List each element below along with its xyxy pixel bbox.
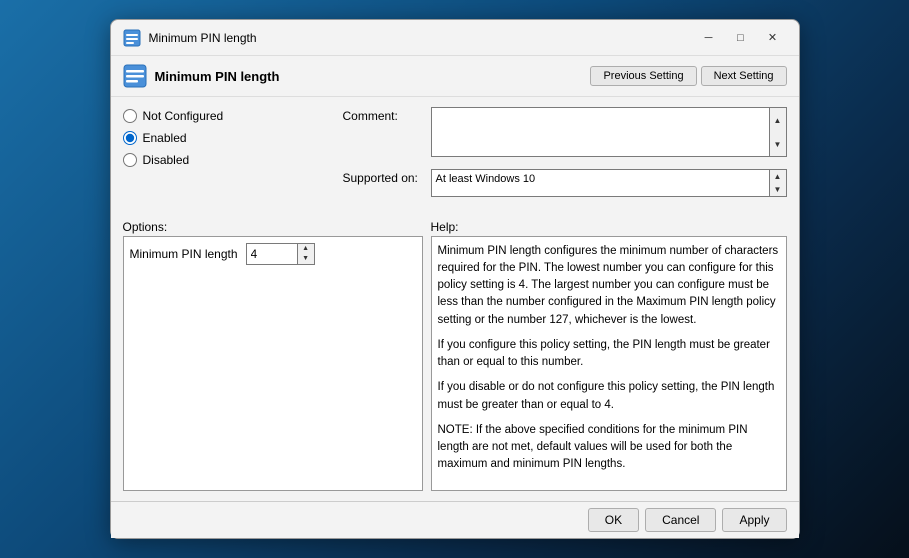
supported-scroll-up[interactable]: ▲ [770, 170, 786, 183]
radio-enabled-input[interactable] [123, 131, 137, 145]
spinner-up-button[interactable]: ▲ [298, 244, 314, 254]
close-button[interactable]: ✕ [759, 28, 787, 48]
comment-scrollbar: ▲ ▼ [770, 107, 787, 157]
help-para-2: If you configure this policy setting, th… [438, 337, 780, 372]
comment-textarea[interactable] [431, 107, 770, 157]
help-panel: Minimum PIN length configures the minimu… [431, 236, 787, 492]
radio-enabled[interactable]: Enabled [123, 129, 343, 147]
comment-scroll-up[interactable]: ▲ [770, 108, 786, 132]
help-para-3: If you disable or do not configure this … [438, 379, 780, 414]
min-pin-input[interactable]: 4 [247, 244, 297, 264]
window-controls: ─ □ ✕ [695, 28, 787, 48]
options-section-label: Options: [123, 220, 423, 234]
help-para-4: NOTE: If the above specified conditions … [438, 422, 780, 474]
supported-row: Supported on: At least Windows 10 ▲ ▼ [343, 169, 787, 197]
main-content: Not Configured Enabled Disabled Comment: [111, 97, 799, 216]
prev-setting-button[interactable]: Previous Setting [590, 66, 696, 86]
right-panel: Comment: ▲ ▼ Supported on: At least Wind… [343, 107, 787, 206]
radio-not-configured[interactable]: Not Configured [123, 107, 343, 125]
left-panel: Not Configured Enabled Disabled [123, 107, 343, 206]
spinner-down-button[interactable]: ▼ [298, 254, 314, 264]
supported-scroll-down[interactable]: ▼ [770, 183, 786, 196]
apply-button[interactable]: Apply [722, 508, 786, 532]
help-section-label: Help: [423, 220, 787, 234]
supported-label: Supported on: [343, 169, 423, 185]
header-icon [123, 64, 147, 88]
header-row: Minimum PIN length Previous Setting Next… [111, 56, 799, 97]
next-setting-button[interactable]: Next Setting [701, 66, 787, 86]
minimize-button[interactable]: ─ [695, 28, 723, 48]
options-panel: Minimum PIN length 4 ▲ ▼ [123, 236, 423, 492]
radio-not-configured-input[interactable] [123, 109, 137, 123]
dialog-title: Minimum PIN length [155, 69, 583, 84]
help-para-1: Minimum PIN length configures the minimu… [438, 243, 780, 329]
labels-row: Options: Help: [111, 216, 799, 236]
min-pin-row: Minimum PIN length 4 ▲ ▼ [130, 243, 416, 265]
maximize-button[interactable]: □ [727, 28, 755, 48]
min-pin-spinner: 4 ▲ ▼ [246, 243, 315, 265]
comment-label: Comment: [343, 107, 423, 123]
radio-disabled-label: Disabled [143, 153, 190, 167]
radio-not-configured-label: Not Configured [143, 109, 224, 123]
window-icon [123, 29, 141, 47]
min-pin-label: Minimum PIN length [130, 247, 238, 261]
title-bar: Minimum PIN length ─ □ ✕ [111, 20, 799, 56]
supported-scrollbar: ▲ ▼ [770, 169, 787, 197]
bottom-area: Minimum PIN length 4 ▲ ▼ Minimum PIN len… [111, 236, 799, 502]
spinner-buttons: ▲ ▼ [297, 244, 314, 264]
radio-disabled-input[interactable] [123, 153, 137, 167]
comment-row: Comment: ▲ ▼ [343, 107, 787, 157]
comment-field-wrapper: ▲ ▼ [431, 107, 787, 157]
nav-buttons: Previous Setting Next Setting [590, 66, 786, 86]
cancel-button[interactable]: Cancel [645, 508, 716, 532]
radio-disabled[interactable]: Disabled [123, 151, 343, 169]
radio-enabled-label: Enabled [143, 131, 187, 145]
supported-textarea: At least Windows 10 [431, 169, 770, 197]
footer: OK Cancel Apply [111, 501, 799, 538]
comment-scroll-down[interactable]: ▼ [770, 132, 786, 156]
window-title: Minimum PIN length [149, 31, 695, 45]
ok-button[interactable]: OK [588, 508, 639, 532]
radio-group: Not Configured Enabled Disabled [123, 107, 343, 169]
main-window: Minimum PIN length ─ □ ✕ Minimum PIN len… [110, 19, 800, 539]
supported-field-wrapper: At least Windows 10 ▲ ▼ [431, 169, 787, 197]
